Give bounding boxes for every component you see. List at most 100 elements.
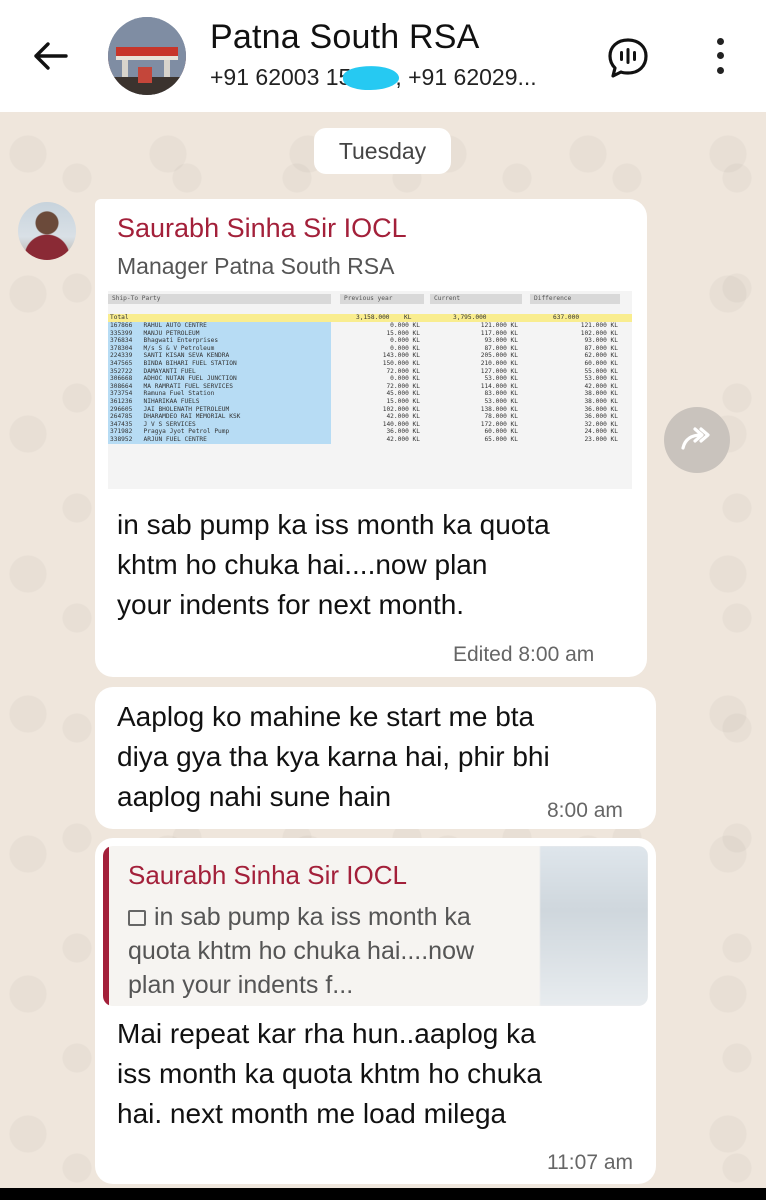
difference-value: 121.000 [580,322,607,329]
current-cell: 60.000 KL [428,428,518,436]
party-code: 335399 [110,329,133,337]
sender-name[interactable]: Saurabh Sinha Sir IOCL [117,213,407,244]
unit: KL [412,405,420,413]
party-cell: 338952 ARJUN FUEL CENTRE [108,435,331,444]
unit: KL [412,413,420,421]
previous-cell: 72.000 KL [340,383,420,391]
party-code: 376834 [110,337,133,345]
more-options-icon[interactable] [706,34,734,78]
difference-value: 55.000 [584,367,607,375]
current-value: 210.000 [480,359,507,367]
table-header-cell: Previous year [340,294,424,304]
difference-value: 60.000 [584,359,607,367]
previous-cell: 0.000 KL [340,375,420,383]
current-value: 127.000 [480,367,507,375]
unit: KL [412,329,420,337]
previous-value: 0.000 [390,322,409,329]
unit: KL [610,405,618,413]
difference-value: 23.000 [584,435,607,443]
chat-title[interactable]: Patna South RSA [210,18,480,57]
unit: KL [610,382,618,390]
previous-value: 42.000 [386,413,409,421]
party-cell: 335399 MANJU PETROLEUM [108,329,331,338]
table-row: 264785 DHARAMDEO RAI MEMORIAL KSK 42.000 … [108,413,632,421]
difference-cell: 53.000 KL [528,375,618,383]
current-value: 138.000 [480,405,507,413]
quoted-message[interactable]: Saurabh Sinha Sir IOCL in sab pump ka is… [103,846,648,1006]
unit: KL [610,337,618,345]
unit: KL [610,428,618,436]
party-cell: 224339 SANTI KISAN SEVA KENDRA [108,352,331,360]
party-name: Pragya Jyot Petrol Pump [143,428,230,436]
message-text: in sab pump ka iss month ka quota khtm h… [117,509,550,620]
party-name: ADHOC NUTAN FUEL JUNCTION [143,375,237,383]
difference-value: 42.000 [584,382,607,390]
table-row: 373754 Ramuna Fuel Station 45.000 KL 83.00… [108,390,632,398]
table-row: 296605 JAI BHOLENATH PETROLEUM 102.000 KL… [108,405,632,414]
table-header-cell: Difference [530,294,620,304]
current-cell: 83.000 KL [428,390,518,398]
current-cell: 53.000 KL [428,375,518,383]
party-name: J V S SERVICES [143,420,196,428]
table-row: 376834 Bhagwati Enterprises 0.000 KL 93.00… [108,337,632,345]
unit: KL [610,344,618,352]
difference-cell: 102.000 KL [528,330,618,338]
message-bubble[interactable]: Aaplog ko mahine ke start me bta diya gy… [95,687,656,829]
table-header-cell: Current [430,294,522,304]
unit: KL [412,367,420,375]
unit: KL [610,329,618,337]
previous-cell: 15.000 KL [340,330,420,338]
current-cell: 93.000 KL [428,337,518,345]
sender-avatar[interactable] [18,202,76,260]
current-value: 172.000 [480,420,507,428]
party-name: BINDA BIHARI FUEL STATION [143,359,237,367]
previous-value: 42.000 [386,435,409,443]
message-bubble[interactable]: Saurabh Sinha Sir IOCL in sab pump ka is… [95,838,656,1184]
difference-cell: 121.000 KL [528,322,618,330]
party-cell: 308664 MA RAMRATI FUEL SERVICES [108,382,331,391]
table-row: 371982 Pragya Jyot Petrol Pump 36.000 KL 6… [108,428,632,436]
table-header-cell: Ship-To Party [108,294,331,304]
quoted-text-container: in sab pump ka iss month ka quota khtm h… [128,900,523,1002]
participants-list[interactable]: +91 62003 15 , +91 62029... [210,64,537,92]
unit: KL [412,397,420,405]
sender-role: Manager Patna South RSA [117,253,395,279]
party-cell: 264785 DHARAMDEO RAI MEMORIAL KSK [108,413,331,421]
table-row: 338952 ARJUN FUEL CENTRE 42.000 KL 65.000 … [108,435,632,444]
current-cell: 78.000 KL [428,413,518,421]
party-cell: 306668 ADHOC NUTAN FUEL JUNCTION [108,375,331,383]
message-bubble[interactable]: Saurabh Sinha Sir IOCL Manager Patna Sou… [95,199,647,677]
back-arrow-icon[interactable] [28,34,72,78]
unit: KL [510,352,518,360]
previous-cell: 42.000 KL [340,436,420,444]
group-avatar[interactable] [108,17,186,95]
voice-chat-icon[interactable] [604,36,652,80]
current-value: 53.000 [484,397,507,405]
party-code: 338952 [110,435,133,443]
party-cell: 167866 RAHUL AUTO CENTRE [108,322,331,330]
current-cell: 138.000 KL [428,406,518,414]
current-value: 83.000 [484,390,507,398]
table-row: 167866 RAHUL AUTO CENTRE 0.000 KL 121.000 … [108,322,632,330]
previous-cell: 72.000 KL [340,368,420,376]
previous-value: 0.000 [390,337,409,345]
current-cell: 53.000 KL [428,398,518,406]
table-row: 308664 MA RAMRATI FUEL SERVICES 72.000 KL… [108,382,632,391]
previous-value: 45.000 [386,390,409,398]
shared-image-table[interactable]: Ship-To Party Previous year Current Diff… [108,291,632,489]
total-previous: 3,158.000 [356,314,390,321]
message-meta: 8:00 am [547,799,623,822]
previous-value: 0.000 [390,375,409,383]
difference-value: 62.000 [584,352,607,360]
unit: KL [412,344,420,352]
party-cell: 373754 Ramuna Fuel Station [108,390,331,398]
unit: KL [510,428,518,436]
unit: KL [510,420,518,428]
unit: KL [510,382,518,390]
previous-value: 143.000 [382,352,409,360]
current-cell: 87.000 KL [428,345,518,353]
forward-icon[interactable] [664,407,730,473]
participants-suffix: , +91 62029... [395,64,537,90]
previous-value: 0.000 [390,344,409,352]
unit: KL [510,405,518,413]
